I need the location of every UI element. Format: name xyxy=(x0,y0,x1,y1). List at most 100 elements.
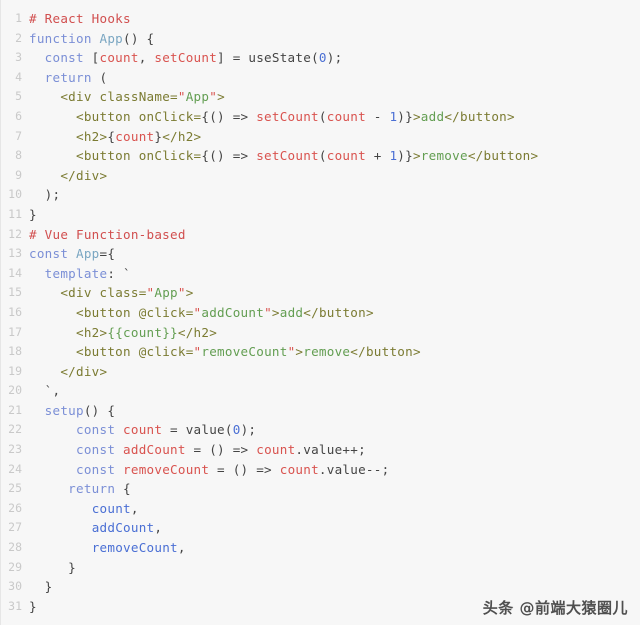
code-line[interactable]: 16 <button @click="addCount">add</button… xyxy=(0,303,640,323)
code-text[interactable]: } xyxy=(29,558,76,578)
code-text[interactable]: return ( xyxy=(29,68,107,88)
code-line[interactable]: 29 } xyxy=(0,558,640,578)
code-token: </button> xyxy=(350,344,421,360)
line-number: 15 xyxy=(8,285,22,300)
code-line[interactable]: 22 const count = value(0); xyxy=(0,420,640,440)
code-line[interactable]: 28 removeCount, xyxy=(0,538,640,558)
code-text[interactable]: <button onClick={() => setCount(count - … xyxy=(29,107,515,127)
code-text[interactable]: <div className="App"> xyxy=(29,87,225,107)
code-text[interactable]: `, xyxy=(29,381,60,401)
code-text[interactable]: </div> xyxy=(29,362,107,382)
code-line[interactable]: 26 count, xyxy=(0,499,640,519)
code-line[interactable]: 13 const App={ xyxy=(0,244,640,264)
code-token: ( xyxy=(318,148,327,164)
code-token: )} xyxy=(397,108,413,124)
code-text[interactable]: } xyxy=(29,597,37,617)
code-text[interactable]: # Vue Function-based xyxy=(29,225,186,245)
code-line[interactable]: 19 </div> xyxy=(0,362,640,382)
code-text[interactable]: <button onClick={() => setCount(count + … xyxy=(29,146,538,166)
code-line[interactable]: 7 <h2>{count}</h2> xyxy=(0,127,640,147)
code-line[interactable]: 6 <button onClick={() => setCount(count … xyxy=(0,107,640,127)
code-text[interactable]: count, xyxy=(29,499,139,519)
code-line[interactable]: 21 setup() { xyxy=(0,401,640,421)
code-text[interactable]: # React Hooks xyxy=(29,9,131,29)
code-line[interactable]: 4 return ( xyxy=(0,68,640,88)
code-line[interactable]: 18 <button @click="removeCount">remove</… xyxy=(0,342,640,362)
code-line[interactable]: 30 } xyxy=(0,577,640,597)
code-line[interactable]: 9 </div> xyxy=(0,166,640,186)
code-token: ); xyxy=(326,50,343,66)
code-line[interactable]: 17 <h2>{{count}}</h2> xyxy=(0,323,640,343)
code-text[interactable]: const addCount = () => count.value++; xyxy=(29,440,366,460)
code-line[interactable]: 10 ); xyxy=(0,185,640,205)
code-line[interactable]: 5 <div className="App"> xyxy=(0,87,640,107)
code-token: @click= xyxy=(130,344,194,360)
code-token: ={ xyxy=(99,246,116,262)
code-line[interactable]: 1 # React Hooks xyxy=(0,9,640,29)
code-token: <button xyxy=(76,304,131,320)
code-token: setCount xyxy=(154,50,218,66)
line-number: 26 xyxy=(8,500,22,515)
code-token: ( xyxy=(318,108,327,124)
code-token: function xyxy=(29,30,100,46)
code-text[interactable]: removeCount, xyxy=(29,538,186,558)
line-number: 17 xyxy=(8,324,22,339)
code-token: " xyxy=(177,285,186,301)
code-line[interactable]: 11} xyxy=(0,205,640,225)
code-token: + xyxy=(365,148,390,164)
code-text[interactable]: <h2>{count}</h2> xyxy=(29,127,201,147)
code-line[interactable]: 27 addCount, xyxy=(0,518,640,538)
code-text[interactable]: ); xyxy=(29,185,60,205)
code-text[interactable]: const count = value(0); xyxy=(29,420,256,440)
code-text[interactable]: <div class="App"> xyxy=(29,283,194,303)
code-text[interactable]: setup() { xyxy=(29,401,115,421)
code-editor[interactable]: 1 # React Hooks 2 function App() {3 const [… xyxy=(0,9,640,616)
line-number: 24 xyxy=(8,461,22,476)
code-line[interactable]: 15 <div class="App"> xyxy=(0,283,640,303)
code-token: count xyxy=(326,148,366,164)
code-text[interactable]: return { xyxy=(29,479,131,499)
code-text[interactable]: const removeCount = () => count.value--; xyxy=(29,460,389,480)
code-text[interactable]: addCount, xyxy=(29,518,162,538)
code-line[interactable]: 25 return { xyxy=(0,479,640,499)
code-text[interactable]: function App() { xyxy=(29,29,154,49)
code-line[interactable]: 23 const addCount = () => count.value++; xyxy=(0,440,640,460)
code-token: removeCount xyxy=(123,461,210,477)
line-number: 20 xyxy=(8,383,22,398)
code-line[interactable]: 24 const removeCount = () => count.value… xyxy=(0,460,640,480)
line-number: 31 xyxy=(8,598,22,613)
line-number: 18 xyxy=(8,344,22,359)
code-token: value xyxy=(185,422,225,438)
code-token: count xyxy=(123,422,163,438)
code-line[interactable]: 14 template: ` xyxy=(0,264,640,284)
code-line[interactable]: 8 <button onClick={() => setCount(count … xyxy=(0,146,640,166)
code-text[interactable]: <button @click="addCount">add</button> xyxy=(29,303,374,323)
code-line[interactable]: 2 function App() { xyxy=(0,29,640,49)
code-text[interactable]: const App={ xyxy=(29,244,115,264)
code-line[interactable]: 12 # Vue Function-based xyxy=(0,225,640,245)
line-number: 29 xyxy=(8,559,22,574)
code-text[interactable]: template: ` xyxy=(29,264,131,284)
line-number: 21 xyxy=(8,402,22,417)
code-text[interactable]: const [count, setCount] = useState(0); xyxy=(29,48,343,68)
code-line[interactable]: 3 const [count, setCount] = useState(0); xyxy=(0,48,640,68)
code-text[interactable]: <h2>{{count}}</h2> xyxy=(29,323,217,343)
code-text[interactable]: <button @click="removeCount">remove</but… xyxy=(29,342,421,362)
code-token: ( xyxy=(91,69,108,85)
code-text[interactable]: } xyxy=(29,205,37,225)
code-text[interactable]: } xyxy=(29,577,53,597)
code-token: , xyxy=(154,520,163,536)
code-line[interactable]: 20 `, xyxy=(0,381,640,401)
code-token: > xyxy=(412,108,421,124)
code-token: count xyxy=(91,500,131,516)
code-text[interactable]: </div> xyxy=(29,166,107,186)
line-number: 19 xyxy=(8,363,22,378)
code-token: 0 xyxy=(232,422,241,438)
code-token: return xyxy=(44,69,92,85)
